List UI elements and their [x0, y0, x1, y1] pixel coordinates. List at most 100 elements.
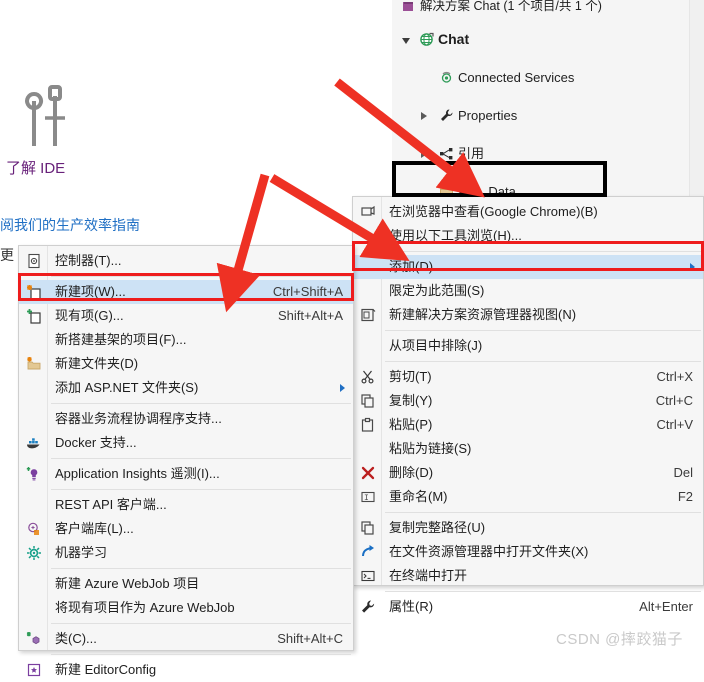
- context-menu-item-shortcut: Ctrl+C: [655, 393, 693, 408]
- context-menu-item[interactable]: 在终端中打开: [353, 564, 703, 588]
- new-item-icon: [25, 280, 43, 304]
- tree-row-properties[interactable]: Properties: [392, 106, 690, 125]
- context-menu-item[interactable]: 粘贴(P) Ctrl+V: [353, 413, 703, 437]
- add-submenu-item[interactable]: 新建文件夹(D): [19, 352, 353, 376]
- add-submenu-separator: [19, 651, 353, 658]
- context-menu-item-label: 重命名(M): [389, 489, 448, 504]
- connected-services-icon: [438, 68, 454, 87]
- context-menu-item[interactable]: 属性(R) Alt+Enter: [353, 595, 703, 619]
- wrench-icon: [438, 106, 454, 125]
- add-submenu-item[interactable]: 容器业务流程协调程序支持...: [19, 407, 353, 431]
- tree-row-chat[interactable]: Chat: [392, 30, 690, 49]
- docker-icon: [25, 431, 43, 455]
- scissors-icon: [359, 365, 377, 389]
- wrench-icon: [359, 595, 377, 619]
- add-submenu-item[interactable]: 新建项(W)... Ctrl+Shift+A: [19, 280, 353, 304]
- context-menu-item[interactable]: 复制完整路径(U): [353, 516, 703, 540]
- context-menu-item[interactable]: 新建解决方案资源管理器视图(N): [353, 303, 703, 327]
- context-menu-item-label: 粘贴(P): [389, 417, 433, 432]
- add-submenu-separator: [19, 620, 353, 627]
- add-submenu-item[interactable]: 机器学习: [19, 541, 353, 565]
- context-menu-item[interactable]: 粘贴为链接(S): [353, 437, 703, 461]
- context-menu-item[interactable]: 限定为此范围(S): [353, 279, 703, 303]
- add-submenu-item-label: REST API 客户端...: [55, 497, 167, 512]
- chevron-right-icon[interactable]: [418, 106, 430, 125]
- add-submenu-item[interactable]: Docker 支持...: [19, 431, 353, 455]
- add-submenu-item[interactable]: Application Insights 遥测(I)...: [19, 462, 353, 486]
- add-submenu-item-label: 新建 EditorConfig: [55, 662, 157, 677]
- add-submenu-item-shortcut: Shift+Alt+C: [277, 631, 343, 646]
- add-submenu-item[interactable]: 新建 Azure WebJob 项目: [19, 572, 353, 596]
- terminal-icon: [359, 564, 377, 588]
- add-submenu-item-shortcut: Ctrl+Shift+A: [272, 284, 343, 299]
- context-menu-item[interactable]: I 重命名(M) F2: [353, 485, 703, 509]
- add-submenu-item-label: 容器业务流程协调程序支持...: [55, 411, 222, 426]
- context-menu-item-label: 添加(D): [389, 259, 434, 274]
- add-submenu-item[interactable]: 新搭建基架的项目(F)...: [19, 328, 353, 352]
- context-menu-item-shortcut: Del: [673, 465, 693, 480]
- delete-x-icon: [359, 461, 377, 485]
- add-submenu-item-label: 添加 ASP.NET 文件夹(S): [55, 380, 199, 395]
- add-submenu-item-label: Docker 支持...: [55, 435, 137, 450]
- context-menu-item[interactable]: 剪切(T) Ctrl+X: [353, 365, 703, 389]
- add-submenu-item[interactable]: 现有项(G)... Shift+Alt+A: [19, 304, 353, 328]
- context-menu[interactable]: 在浏览器中查看(Google Chrome)(B) 使用以下工具浏览(H)... 添…: [352, 196, 704, 614]
- web-project-icon: [418, 30, 434, 49]
- new-folder-icon: [25, 352, 43, 376]
- add-submenu-item[interactable]: 将现有项目作为 Azure WebJob: [19, 596, 353, 620]
- solution-explorer-panel[interactable]: 解决方案 Chat (1 个项目/共 1 个) Chat Connected S…: [392, 0, 704, 200]
- add-submenu[interactable]: 控制器(T)... 新建项(W)... Ctrl+Shift+A 现有项(G)... S…: [18, 245, 354, 677]
- new-explorer-view-icon: [359, 303, 377, 327]
- add-submenu-item[interactable]: 控制器(T)...: [19, 249, 353, 273]
- add-submenu-separator: [19, 565, 353, 572]
- context-menu-item-label: 粘贴为链接(S): [389, 441, 472, 456]
- add-submenu-item[interactable]: 添加 ASP.NET 文件夹(S): [19, 376, 353, 400]
- context-menu-item[interactable]: 添加(D): [353, 255, 703, 279]
- editorconfig-icon: [25, 658, 43, 682]
- context-menu-item[interactable]: 从项目中排除(J): [353, 334, 703, 358]
- context-menu-item-label: 剪切(T): [389, 369, 432, 384]
- tree-label-properties: Properties: [458, 108, 518, 123]
- tree-label-connected-services: Connected Services: [458, 70, 575, 85]
- context-menu-separator: [353, 248, 703, 255]
- tree-row-references[interactable]: 引用: [392, 144, 690, 163]
- paste-icon: [359, 413, 377, 437]
- chevron-down-icon[interactable]: [400, 30, 412, 49]
- chevron-right-icon[interactable]: [418, 144, 430, 163]
- add-submenu-item-label: 客户端库(L)...: [55, 521, 134, 536]
- context-menu-item-shortcut: Alt+Enter: [639, 599, 693, 614]
- controller-icon: [25, 249, 43, 273]
- add-submenu-item[interactable]: 类(C)... Shift+Alt+C: [19, 627, 353, 651]
- client-library-icon: [25, 517, 43, 541]
- context-menu-item-label: 复制(Y): [389, 393, 433, 408]
- context-menu-item[interactable]: 删除(D) Del: [353, 461, 703, 485]
- solution-explorer-scrollbar[interactable]: [689, 0, 704, 200]
- context-menu-item[interactable]: 使用以下工具浏览(H)...: [353, 224, 703, 248]
- add-submenu-item[interactable]: 客户端库(L)...: [19, 517, 353, 541]
- context-menu-item[interactable]: 在浏览器中查看(Google Chrome)(B): [353, 200, 703, 224]
- context-menu-item-label: 使用以下工具浏览(H)...: [389, 228, 522, 243]
- tree-label-references: 引用: [458, 146, 485, 161]
- solution-icon: [400, 0, 416, 14]
- context-menu-item-label: 复制完整路径(U): [389, 520, 486, 535]
- tree-row-solution[interactable]: 解决方案 Chat (1 个项目/共 1 个): [392, 0, 690, 14]
- add-submenu-item-label: 新建文件夹(D): [55, 356, 139, 371]
- add-submenu-item-shortcut: Shift+Alt+A: [277, 308, 343, 323]
- productivity-guide-link[interactable]: 阅我们的生产效率指南: [0, 215, 140, 235]
- add-submenu-item-label: 新搭建基架的项目(F)...: [55, 332, 187, 347]
- add-submenu-item[interactable]: REST API 客户端...: [19, 493, 353, 517]
- watermark: CSDN @摔跤猫子: [556, 631, 683, 648]
- context-menu-item-label: 属性(R): [389, 599, 434, 614]
- more-text-fragment: 更: [0, 247, 14, 263]
- add-submenu-item-label: 机器学习: [55, 545, 108, 560]
- context-menu-item-label: 删除(D): [389, 465, 434, 480]
- add-submenu-item-label: 现有项(G)...: [55, 308, 124, 323]
- context-menu-separator: [353, 588, 703, 595]
- add-submenu-item-label: 新建项(W)...: [55, 284, 126, 299]
- references-icon: [438, 144, 454, 163]
- add-submenu-item[interactable]: 新建 EditorConfig: [19, 658, 353, 682]
- solution-explorer-tree[interactable]: 解决方案 Chat (1 个项目/共 1 个) Chat Connected S…: [392, 0, 690, 200]
- tree-row-connected-services[interactable]: Connected Services: [392, 68, 690, 87]
- context-menu-item[interactable]: 在文件资源管理器中打开文件夹(X): [353, 540, 703, 564]
- context-menu-item[interactable]: 复制(Y) Ctrl+C: [353, 389, 703, 413]
